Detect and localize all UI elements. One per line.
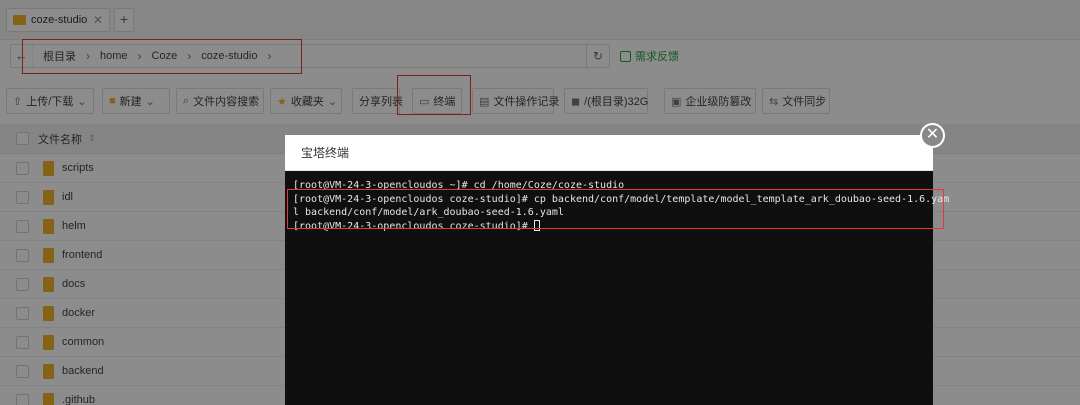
close-dialog-icon[interactable]: ✕ xyxy=(920,123,945,148)
terminal-title: 宝塔终端 xyxy=(301,146,350,160)
terminal-dialog: 宝塔终端 [root@VM-24-3-opencloudos ~]# cd /h… xyxy=(285,135,949,405)
terminal-title-bar[interactable]: 宝塔终端 xyxy=(285,135,933,171)
highlight-box-command xyxy=(287,189,944,229)
